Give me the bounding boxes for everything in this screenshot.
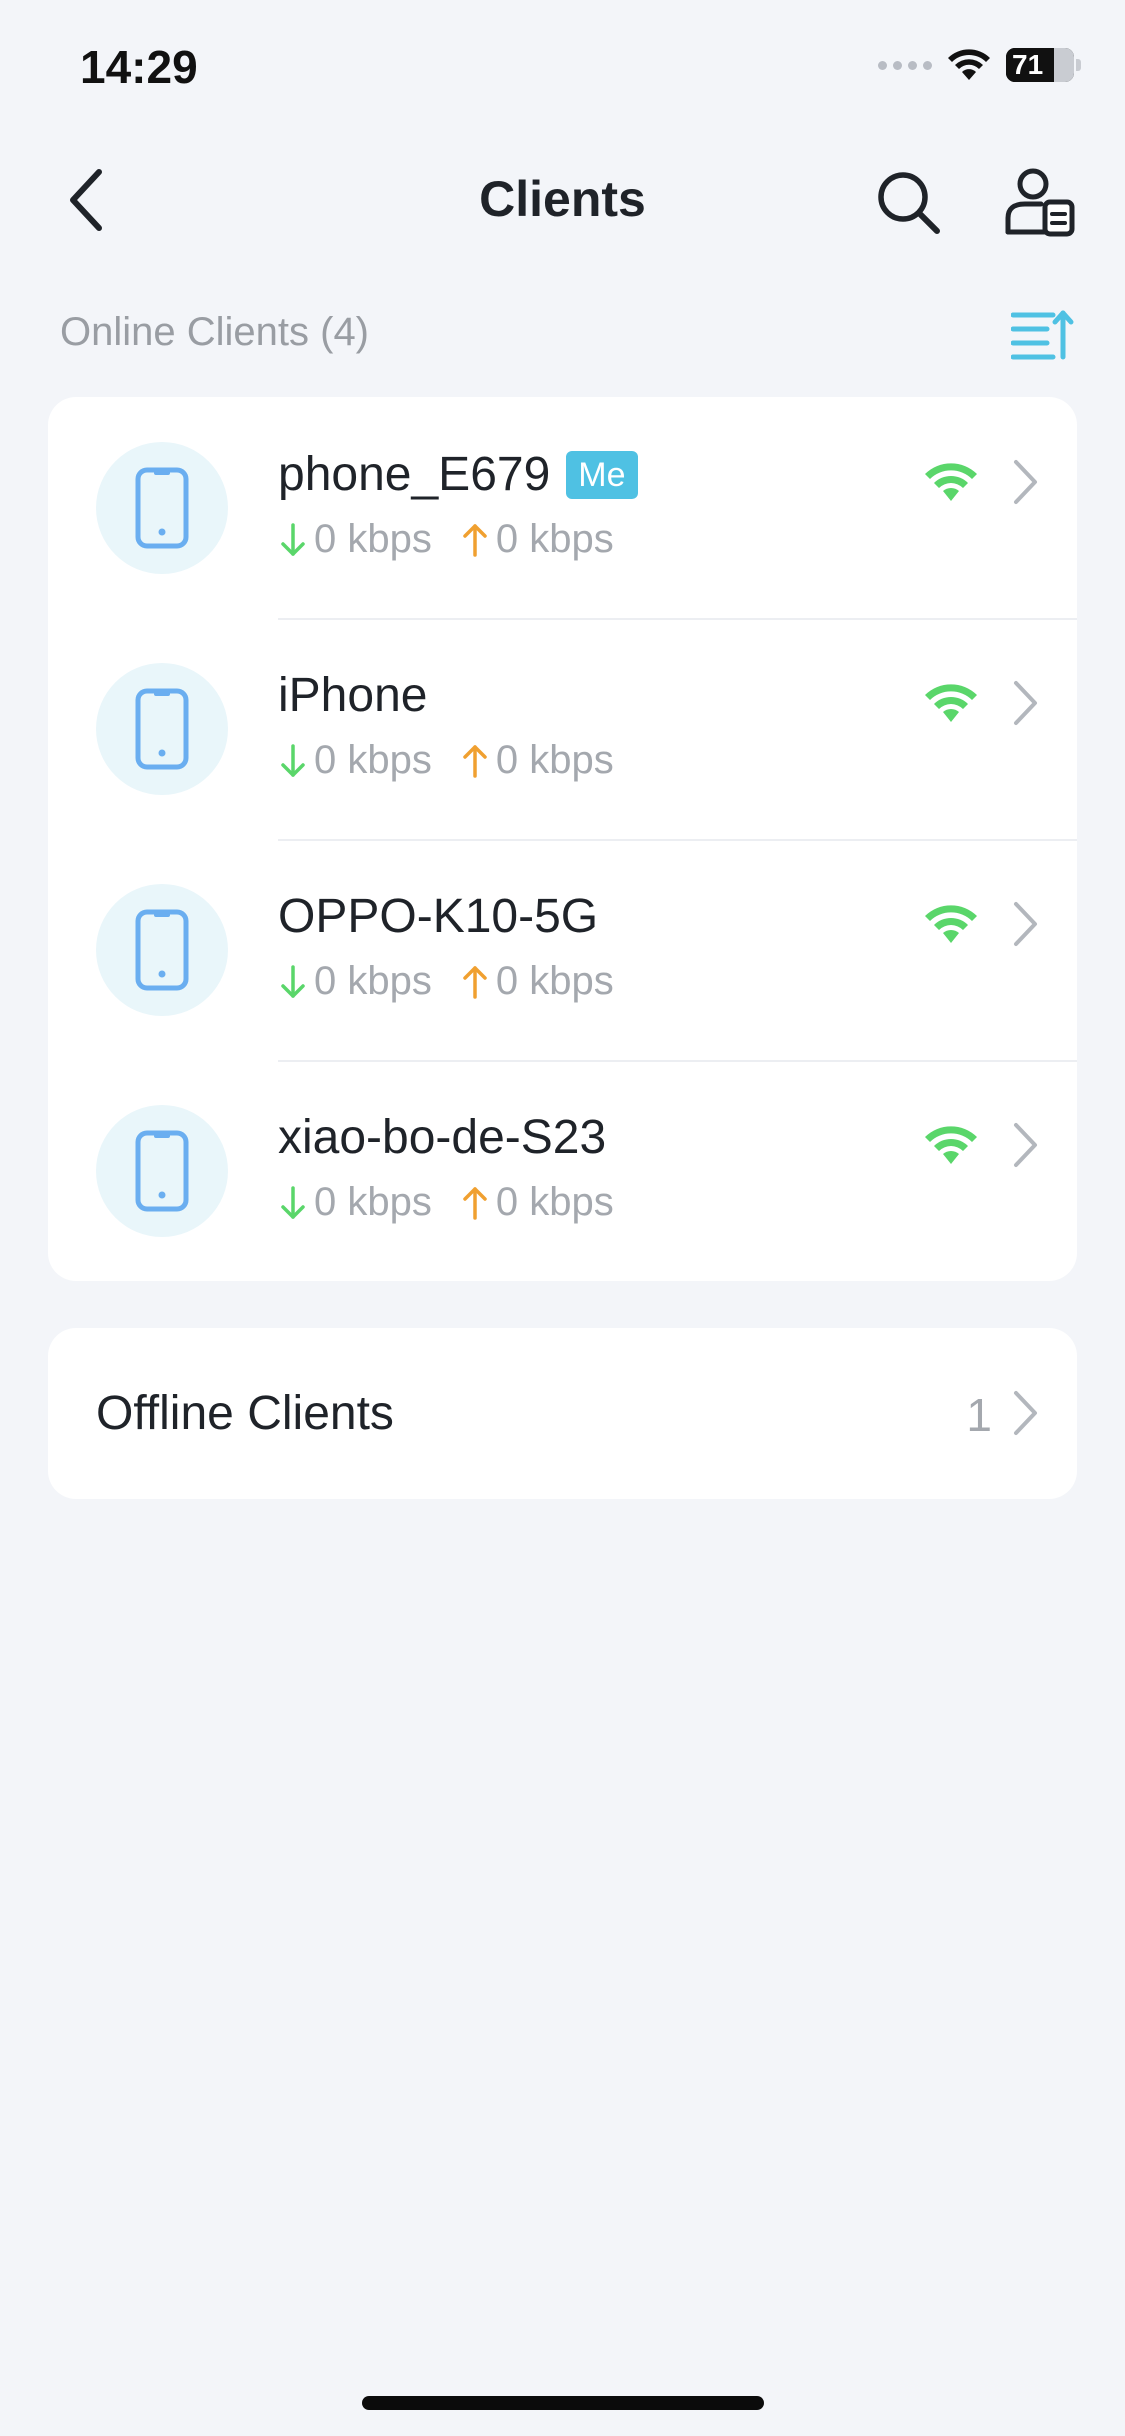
- phone-icon: [135, 467, 189, 549]
- download-speed: 0 kbps: [280, 1180, 432, 1225]
- chevron-right-icon: [1014, 902, 1037, 946]
- chevron-right-icon: [1014, 1123, 1037, 1167]
- upload-speed: 0 kbps: [462, 1180, 614, 1225]
- download-speed: 0 kbps: [280, 959, 432, 1004]
- client-speeds: 0 kbps 0 kbps: [280, 1180, 614, 1225]
- arrow-up-icon: [463, 744, 487, 778]
- online-clients-header: Online Clients (4): [60, 310, 370, 354]
- upload-value: 0 kbps: [495, 959, 614, 1003]
- client-row[interactable]: iPhone 0 kbps 0 kbps: [48, 618, 1077, 839]
- search-icon: [878, 172, 940, 234]
- status-time: 14:29: [80, 41, 198, 93]
- download-value: 0 kbps: [314, 738, 432, 782]
- client-row[interactable]: xiao-bo-de-S23 0 kbps 0 kbps: [48, 1060, 1077, 1281]
- battery-percent: 71: [1012, 49, 1044, 80]
- offline-clients-row[interactable]: Offline Clients 1: [48, 1328, 1077, 1499]
- client-speeds: 0 kbps 0 kbps: [280, 738, 614, 783]
- phone-icon: [135, 688, 189, 770]
- client-name: phone_E679: [278, 448, 551, 501]
- upload-value: 0 kbps: [495, 738, 614, 782]
- upload-speed: 0 kbps: [462, 959, 614, 1004]
- client-speeds: 0 kbps 0 kbps: [280, 517, 614, 562]
- wifi-icon: [925, 684, 977, 722]
- arrow-up-icon: [463, 523, 487, 557]
- offline-clients-label: Offline Clients: [96, 1387, 394, 1440]
- wifi-icon: [925, 1126, 977, 1164]
- status-bar: 14:29 71: [0, 0, 1125, 136]
- download-value: 0 kbps: [314, 517, 432, 561]
- arrow-down-icon: [281, 743, 305, 777]
- chevron-right-icon: [1014, 1391, 1037, 1435]
- chevron-right-icon: [1014, 460, 1037, 504]
- arrow-down-icon: [281, 964, 305, 998]
- phone-icon: [135, 1130, 189, 1212]
- page-title: Clients: [479, 171, 646, 227]
- download-value: 0 kbps: [314, 959, 432, 1003]
- wifi-icon: [925, 463, 977, 501]
- chevron-right-icon: [1014, 681, 1037, 725]
- battery-icon: 71: [1006, 48, 1081, 82]
- upload-speed: 0 kbps: [462, 738, 614, 783]
- search-button[interactable]: [868, 162, 948, 242]
- device-avatar: [96, 442, 228, 574]
- arrow-down-icon: [281, 1185, 305, 1219]
- client-name: iPhone: [278, 669, 428, 722]
- status-indicators: 71: [878, 48, 1081, 82]
- online-clients-list: phone_E679 Me 0 kbps 0 kbps iPhone 0 kbp…: [48, 397, 1077, 1281]
- client-name: xiao-bo-de-S23: [278, 1111, 607, 1164]
- sort-icon: [1011, 310, 1074, 360]
- client-speeds: 0 kbps 0 kbps: [280, 959, 614, 1004]
- offline-clients-count: 1: [966, 1389, 992, 1441]
- cellular-signal-icon: [878, 60, 932, 70]
- phone-icon: [135, 909, 189, 991]
- me-badge: Me: [566, 450, 638, 499]
- user-card-icon: [1005, 168, 1075, 237]
- upload-value: 0 kbps: [495, 1180, 614, 1224]
- home-indicator[interactable]: [362, 2396, 764, 2410]
- download-value: 0 kbps: [314, 1180, 432, 1224]
- download-speed: 0 kbps: [280, 738, 432, 783]
- sort-button[interactable]: [1008, 300, 1078, 370]
- client-manage-button[interactable]: [998, 160, 1082, 244]
- device-avatar: [96, 663, 228, 795]
- device-avatar: [96, 884, 228, 1016]
- upload-speed: 0 kbps: [462, 517, 614, 562]
- nav-bar: Clients: [0, 140, 1125, 260]
- wifi-status-icon: [948, 49, 990, 80]
- arrow-down-icon: [281, 522, 305, 556]
- client-row[interactable]: OPPO-K10-5G 0 kbps 0 kbps: [48, 839, 1077, 1060]
- arrow-up-icon: [463, 965, 487, 999]
- arrow-up-icon: [463, 1186, 487, 1220]
- upload-value: 0 kbps: [495, 517, 614, 561]
- device-avatar: [96, 1105, 228, 1237]
- client-row[interactable]: phone_E679 Me 0 kbps 0 kbps: [48, 397, 1077, 618]
- download-speed: 0 kbps: [280, 517, 432, 562]
- wifi-icon: [925, 905, 977, 943]
- client-name: OPPO-K10-5G: [278, 890, 599, 943]
